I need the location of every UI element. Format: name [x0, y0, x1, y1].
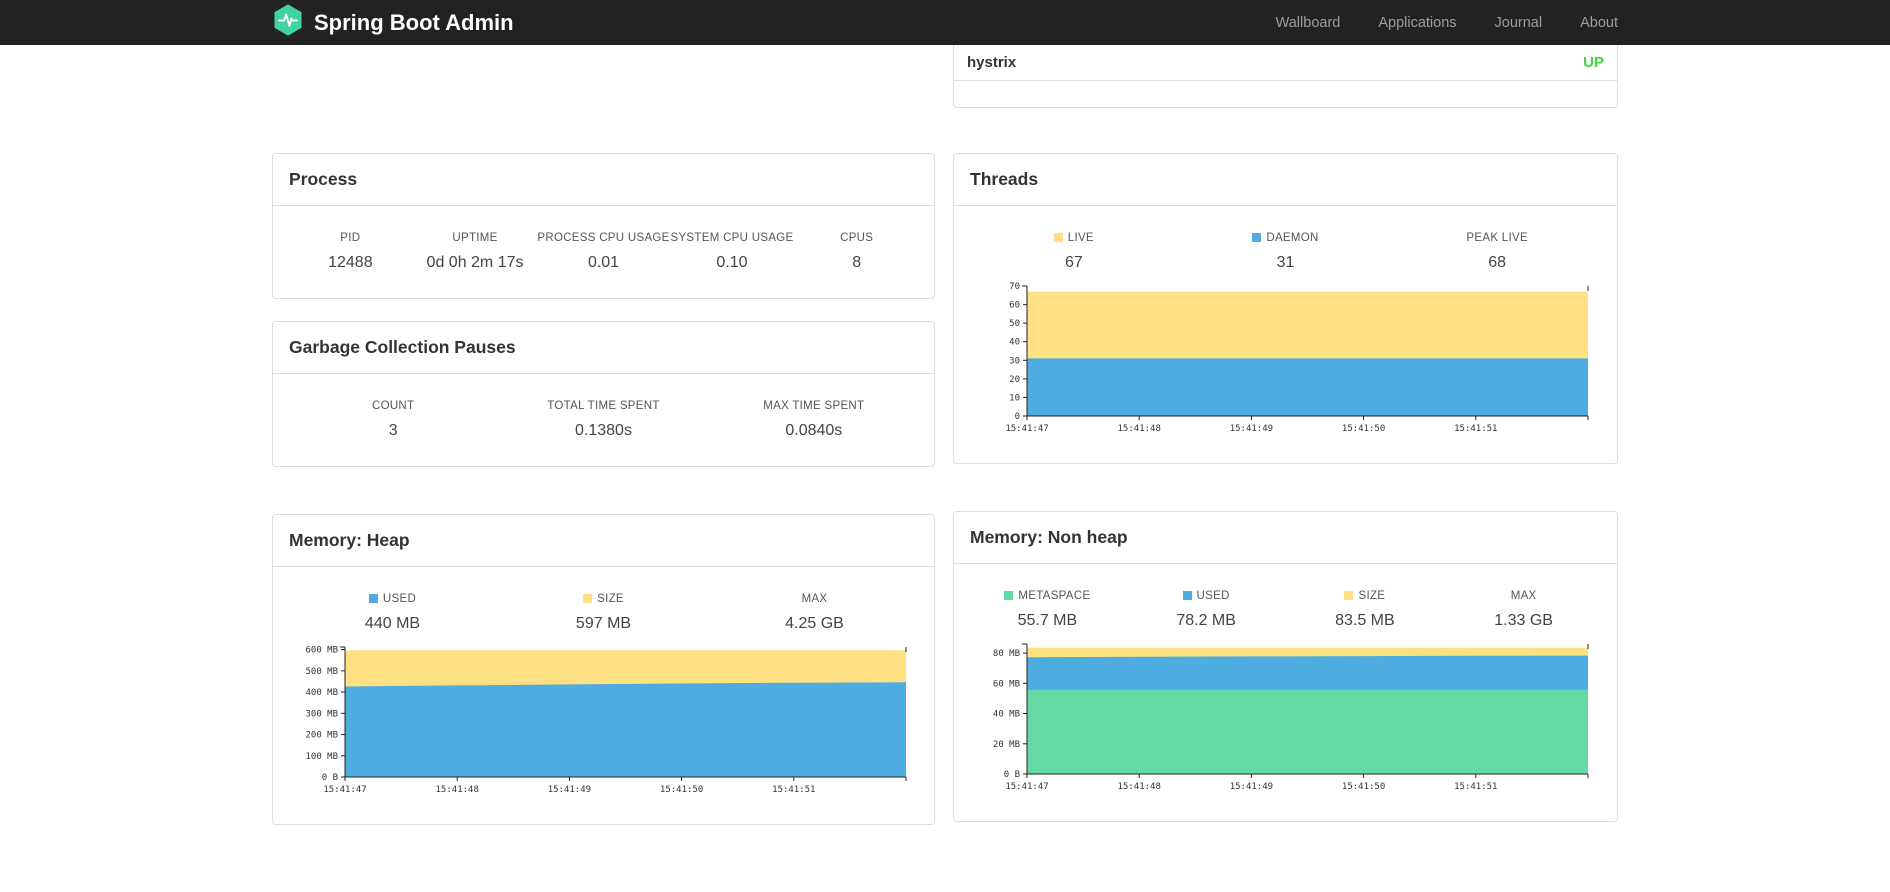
health-indicator-name: hystrix: [967, 54, 1017, 71]
legend-item-daemon: DAEMON 31: [1180, 232, 1392, 272]
svg-text:15:41:47: 15:41:47: [323, 785, 366, 795]
threads-panel: Threads LIVE 67 DAEMON 31 PEAK LIVE 68 0…: [953, 153, 1618, 464]
threads-panel-title: Threads: [954, 154, 1617, 206]
svg-text:200 MB: 200 MB: [305, 731, 338, 741]
metric-gc-total-time: TOTAL TIME SPENT 0.1380s: [547, 400, 660, 439]
svg-text:15:41:50: 15:41:50: [660, 785, 703, 795]
gc-panel: Garbage Collection Pauses COUNT 3 TOTAL …: [272, 321, 935, 467]
legend-item-used: USED 440 MB: [364, 593, 421, 632]
legend-item-live: LIVE 67: [968, 232, 1180, 272]
svg-text:40: 40: [1009, 338, 1020, 348]
svg-text:0 B: 0 B: [1004, 770, 1020, 780]
svg-text:300 MB: 300 MB: [305, 709, 338, 719]
svg-text:40 MB: 40 MB: [993, 710, 1020, 720]
metric-pid: PID 12488: [328, 232, 373, 271]
legend-item-used: USED 78.2 MB: [1176, 590, 1236, 629]
svg-text:15:41:48: 15:41:48: [436, 785, 479, 795]
health-row: hystrix UP: [954, 45, 1617, 81]
gc-panel-title: Garbage Collection Pauses: [273, 322, 934, 374]
memory-nonheap-panel-title: Memory: Non heap: [954, 512, 1617, 564]
svg-text:15:41:48: 15:41:48: [1118, 782, 1161, 792]
threads-legend: LIVE 67 DAEMON 31 PEAK LIVE 68: [968, 232, 1603, 272]
svg-text:60: 60: [1009, 301, 1020, 311]
app-title: Spring Boot Admin: [314, 9, 514, 35]
svg-text:80 MB: 80 MB: [993, 649, 1020, 659]
used-swatch-icon: [1182, 591, 1192, 600]
svg-text:15:41:50: 15:41:50: [1342, 424, 1385, 434]
svg-text:50: 50: [1009, 319, 1020, 329]
metric-uptime: UPTIME 0d 0h 2m 17s: [426, 232, 524, 271]
svg-text:20: 20: [1009, 375, 1020, 385]
svg-text:400 MB: 400 MB: [305, 688, 338, 698]
process-panel: Process PID 12488 UPTIME 0d 0h 2m 17s PR…: [272, 153, 935, 299]
nav-link-applications[interactable]: Applications: [1378, 15, 1456, 31]
svg-text:0 B: 0 B: [322, 773, 338, 783]
heap-legend: USED 440 MB SIZE 597 MB MAX 4.25 GB: [287, 593, 920, 633]
metric-gc-max-time: MAX TIME SPENT 0.0840s: [763, 400, 865, 439]
svg-text:15:41:49: 15:41:49: [1230, 424, 1273, 434]
svg-text:600 MB: 600 MB: [305, 646, 338, 656]
svg-text:0: 0: [1015, 412, 1020, 422]
gc-metrics: COUNT 3 TOTAL TIME SPENT 0.1380s MAX TIM…: [288, 400, 919, 440]
svg-text:15:41:51: 15:41:51: [1454, 424, 1497, 434]
metric-gc-count: COUNT 3: [371, 400, 415, 439]
memory-heap-panel-title: Memory: Heap: [273, 515, 934, 567]
svg-text:60 MB: 60 MB: [993, 679, 1020, 689]
navbar: Spring Boot Admin Wallboard Applications…: [0, 0, 1890, 45]
size-swatch-icon: [1344, 591, 1354, 600]
svg-text:15:41:49: 15:41:49: [548, 785, 591, 795]
metric-system-cpu-usage: SYSTEM CPU USAGE 0.10: [670, 232, 794, 271]
svg-text:15:41:48: 15:41:48: [1118, 424, 1161, 434]
svg-text:15:41:49: 15:41:49: [1230, 782, 1273, 792]
threads-chart: 0 10 20 30 40 50 60 70 15:41:47 15:41:48 15:41:49 1…: [1005, 282, 1589, 434]
used-swatch-icon: [368, 594, 378, 603]
memory-nonheap-chart: 0 B 20 MB 40 MB 60 MB 80 MB 15:41:47 15:41:48 1…: [993, 643, 1589, 792]
process-panel-title: Process: [273, 154, 934, 206]
legend-item-metaspace: METASPACE 55.7 MB: [968, 590, 1127, 630]
svg-text:15:41:51: 15:41:51: [772, 785, 815, 795]
metric-cpus: CPUS 8: [840, 232, 874, 271]
daemon-swatch-icon: [1252, 233, 1262, 242]
memory-nonheap-panel: Memory: Non heap METASPACE 55.7 MB USED …: [953, 511, 1618, 822]
svg-text:20 MB: 20 MB: [993, 740, 1020, 750]
svg-text:70: 70: [1009, 282, 1020, 292]
svg-text:15:41:47: 15:41:47: [1005, 424, 1048, 434]
metric-process-cpu-usage: PROCESS CPU USAGE 0.01: [537, 232, 670, 271]
nav-link-wallboard[interactable]: Wallboard: [1276, 15, 1341, 31]
nav-link-journal[interactable]: Journal: [1495, 15, 1543, 31]
memory-heap-panel: Memory: Heap USED 440 MB SIZE 597 MB MAX…: [272, 514, 935, 825]
metaspace-swatch-icon: [1004, 591, 1014, 600]
brand[interactable]: Spring Boot Admin: [272, 4, 514, 41]
pulse-logo-icon: [272, 4, 304, 41]
svg-text:15:41:50: 15:41:50: [1342, 782, 1385, 792]
main-content: Process PID 12488 UPTIME 0d 0h 2m 17s PR…: [272, 45, 1618, 825]
legend-item-size: SIZE 83.5 MB: [1335, 590, 1395, 629]
svg-text:100 MB: 100 MB: [305, 752, 338, 762]
status-badge: UP: [1583, 54, 1604, 71]
nav-link-about[interactable]: About: [1580, 15, 1618, 31]
live-swatch-icon: [1053, 233, 1063, 242]
health-panel: hystrix UP: [953, 45, 1618, 108]
legend-item-max: MAX 4.25 GB: [785, 593, 844, 632]
memory-heap-chart: 0 B 100 MB 200 MB 300 MB 400 MB 500 MB 600 MB 1…: [305, 646, 907, 795]
size-swatch-icon: [583, 594, 593, 603]
svg-text:15:41:51: 15:41:51: [1454, 782, 1497, 792]
nav-links: Wallboard Applications Journal About: [1276, 15, 1618, 31]
legend-item-max: MAX 1.33 GB: [1494, 590, 1553, 629]
svg-text:30: 30: [1009, 356, 1020, 366]
process-metrics: PID 12488 UPTIME 0d 0h 2m 17s PROCESS CP…: [288, 232, 919, 272]
nonheap-legend: METASPACE 55.7 MB USED 78.2 MB SIZE 83.5…: [968, 590, 1603, 630]
legend-item-peak-live: PEAK LIVE 68: [1466, 232, 1528, 271]
legend-item-size: SIZE 597 MB: [575, 593, 632, 632]
svg-text:15:41:47: 15:41:47: [1005, 782, 1048, 792]
svg-text:500 MB: 500 MB: [305, 667, 338, 677]
svg-text:10: 10: [1009, 393, 1020, 403]
